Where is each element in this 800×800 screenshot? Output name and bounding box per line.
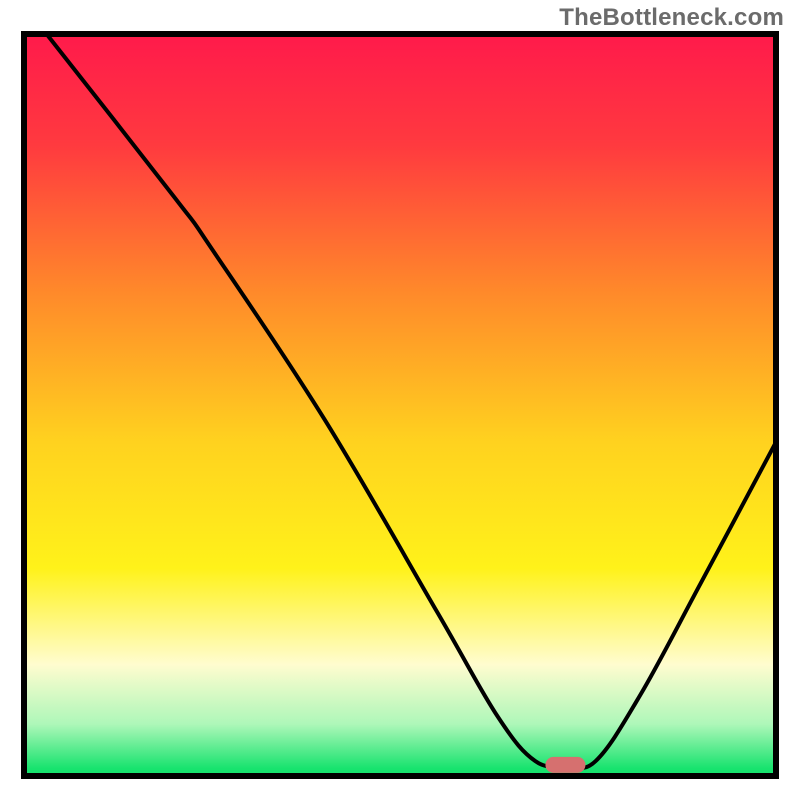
current-point-marker	[545, 757, 585, 773]
bottleneck-chart	[0, 0, 800, 800]
gradient-background	[24, 34, 776, 776]
plot-area	[24, 34, 776, 776]
chart-frame: TheBottleneck.com	[0, 0, 800, 800]
